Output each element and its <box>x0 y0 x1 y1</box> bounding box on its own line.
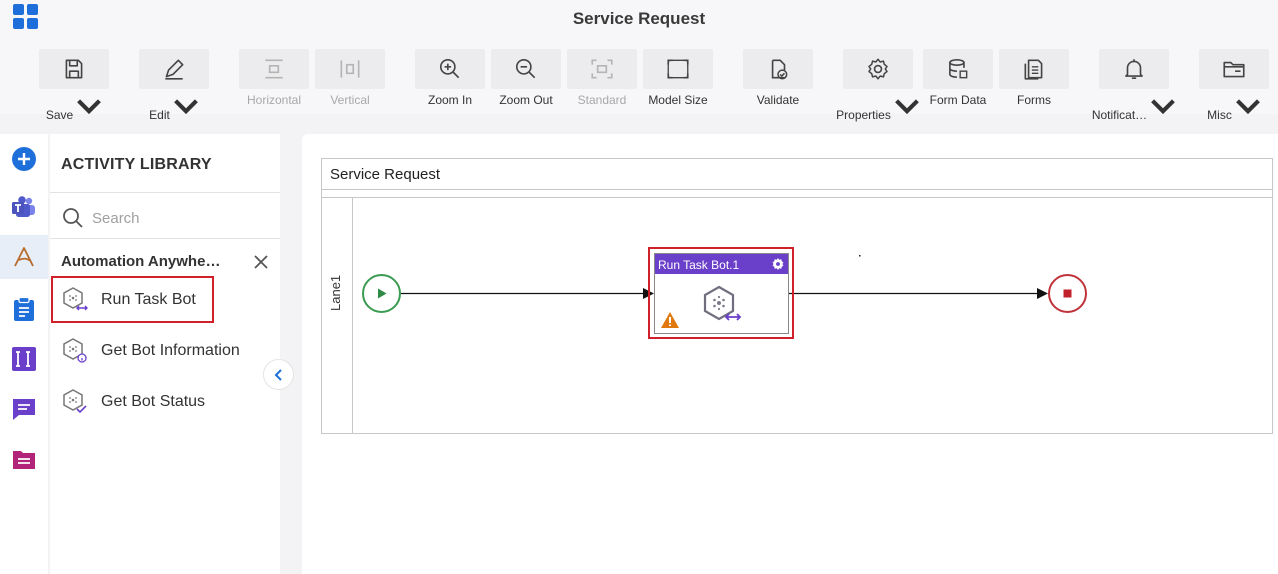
save-button[interactable]: Save <box>39 49 109 122</box>
zoom-in-button[interactable]: Zoom In <box>415 49 485 111</box>
save-icon <box>65 59 83 79</box>
validate-label: Validate <box>756 93 800 107</box>
library-title: ACTIVITY LIBRARY <box>61 156 212 173</box>
library-group-title: Automation Anywhe… <box>61 253 221 270</box>
model-size-label: Model Size <box>648 93 708 107</box>
save-label: Save <box>45 108 74 122</box>
teams-icon <box>12 196 35 217</box>
properties-label: Properties <box>836 108 891 122</box>
text-field-icon <box>12 347 36 371</box>
folder-icon <box>1223 61 1245 78</box>
bot-info-icon <box>63 338 87 363</box>
vertical-button[interactable]: Vertical <box>315 49 385 111</box>
standard-size-icon <box>591 59 613 79</box>
forms-label: Forms <box>1017 93 1051 107</box>
stop-icon <box>1063 289 1072 298</box>
automation-anywhere-icon <box>14 247 34 267</box>
collapse-panel-button[interactable] <box>263 359 294 390</box>
vertical-layout-icon <box>340 60 360 78</box>
clipboard-icon <box>14 296 34 321</box>
divider <box>322 197 1272 198</box>
vertical-label: Vertical <box>330 93 370 107</box>
warning-icon <box>661 312 679 328</box>
notifications-button[interactable]: Notificat… <box>1092 49 1176 122</box>
validate-button[interactable]: Validate <box>743 49 813 111</box>
close-icon[interactable] <box>252 253 270 271</box>
toolbar: Save Edit Horizontal Vertical Zoom In Zo… <box>0 38 1278 122</box>
chevron-down-icon <box>77 99 102 115</box>
rail-add[interactable] <box>0 137 48 181</box>
bell-icon <box>1125 59 1143 80</box>
bot-status-icon <box>63 389 87 414</box>
rail-chat[interactable] <box>0 387 48 431</box>
horizontal-button[interactable]: Horizontal <box>239 49 309 111</box>
library-search-input[interactable] <box>92 206 262 230</box>
form-data-button[interactable]: Form Data <box>923 49 993 111</box>
library-item-label: Get Bot Information <box>101 342 240 359</box>
bot-run-icon <box>703 285 742 321</box>
task-title: Run Task Bot.1 <box>658 258 740 272</box>
properties-button[interactable]: Properties <box>836 49 919 122</box>
zoom-in-icon <box>439 58 460 79</box>
start-event[interactable] <box>362 274 401 313</box>
fit-screen-icon <box>667 59 689 79</box>
lane-label[interactable]: Lane1 <box>328 275 343 311</box>
play-icon <box>378 288 387 299</box>
validate-icon <box>771 59 788 80</box>
divider <box>50 238 280 239</box>
edit-button[interactable]: Edit <box>139 49 209 122</box>
standard-button[interactable]: Standard <box>567 49 637 111</box>
library-item-get-bot-information[interactable]: Get Bot Information <box>61 334 240 368</box>
rail-documents[interactable] <box>0 437 48 481</box>
search-icon <box>63 208 83 228</box>
edit-label: Edit <box>149 108 170 122</box>
library-item-label: Get Bot Status <box>101 393 206 410</box>
task-header: Run Task Bot.1 <box>655 254 788 274</box>
model-size-button[interactable]: Model Size <box>643 49 713 111</box>
end-event[interactable] <box>1048 274 1087 313</box>
activity-library-panel: ACTIVITY LIBRARY Automation Anywhe… Run … <box>50 134 280 574</box>
chevron-down-icon <box>1151 99 1176 115</box>
pool[interactable]: Service Request Lane1 <box>321 158 1273 434</box>
left-rail <box>0 134 48 574</box>
chat-icon <box>13 399 35 420</box>
page-title: Service Request <box>572 9 706 28</box>
highlight-box <box>51 276 214 323</box>
misc-label: Misc <box>1207 108 1232 122</box>
gear-icon[interactable] <box>771 257 785 271</box>
zoom-out-icon <box>515 58 536 79</box>
pencil-icon <box>165 59 184 80</box>
misc-button[interactable]: Misc <box>1199 49 1269 122</box>
pool-title: Service Request <box>330 166 441 183</box>
chevron-left-icon <box>274 368 282 381</box>
task-run-task-bot[interactable]: Run Task Bot.1 <box>654 253 789 334</box>
rail-automation-anywhere[interactable] <box>0 235 48 279</box>
rail-text-field[interactable] <box>0 337 48 381</box>
horizontal-layout-icon <box>265 59 283 79</box>
gear-icon <box>868 58 888 80</box>
divider <box>50 192 280 193</box>
notifications-label: Notificat… <box>1091 108 1148 122</box>
rail-teams[interactable] <box>0 186 48 230</box>
database-icon <box>949 58 968 79</box>
forms-icon <box>1024 59 1043 80</box>
chevron-down-icon <box>173 99 198 115</box>
add-icon <box>12 147 36 171</box>
library-item-get-bot-status[interactable]: Get Bot Status <box>61 385 205 419</box>
forms-button[interactable]: Forms <box>999 49 1069 111</box>
lane-header-divider <box>352 197 353 433</box>
zoom-out-button[interactable]: Zoom Out <box>491 49 561 111</box>
chevron-down-icon <box>1235 99 1260 115</box>
document-icon <box>13 451 35 469</box>
top-bar: Service Request <box>0 0 1278 38</box>
divider <box>322 189 1272 190</box>
rail-tasks[interactable] <box>0 287 48 331</box>
